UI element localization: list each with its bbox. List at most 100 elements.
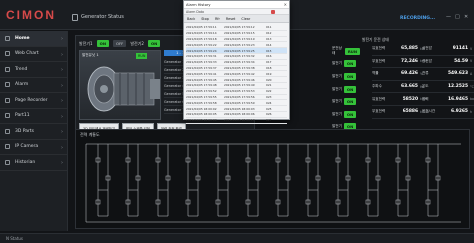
dialog-tab-reset[interactable]: Reset [226, 17, 235, 21]
cell-code: 012 [266, 31, 272, 36]
cell-code: 026 [266, 112, 272, 117]
sidebar-item-part11[interactable]: Part11 › [0, 109, 67, 124]
sidebar-item-home[interactable]: Home › [0, 31, 67, 47]
chevron-right-icon: › [61, 160, 63, 166]
dialog-tab-rfr[interactable]: Rfr [215, 17, 220, 21]
maximize-icon[interactable]: □ [455, 14, 460, 20]
cell-code: 013 [266, 36, 272, 41]
cell-value: 2021/04/05 17:59:15 [224, 31, 255, 36]
metric-unit: bar [470, 97, 474, 102]
status-row: 발전기 ON [332, 95, 360, 108]
metric-row: 주파수 63.665 Hz [372, 81, 428, 94]
sidebar-item-historian[interactable]: Historian › [0, 155, 67, 171]
engine-run-button[interactable]: RUN [136, 53, 148, 59]
cell-value: 2021/04/05 18:00:03 [224, 106, 255, 111]
metric-row: 선전압 54.59 V [422, 56, 474, 69]
metric-value: 63.665 [401, 84, 418, 90]
metric-value: 16.9465 [448, 96, 468, 102]
dialog-search-bar[interactable]: Alarm Data [184, 9, 289, 15]
metric-value: 549.623 [448, 71, 468, 77]
cell-value: 2021/04/05 17:59:49 [224, 83, 255, 88]
dialog-header: Alarm History ✕ [184, 1, 289, 9]
database-icon [5, 159, 10, 165]
sidebar-item-3d-parts[interactable]: 3D Parts › [0, 124, 67, 140]
metric-label: 유효전력 [372, 46, 386, 51]
recording-label: RECORDING... [400, 16, 436, 21]
dialog-title: Alarm History [186, 3, 211, 7]
metric-label: 선전압 [422, 58, 432, 63]
status-badge[interactable]: ON [343, 110, 357, 118]
sidebar-item-page-recorder[interactable]: Page Recorder › [0, 93, 67, 109]
cell-code: 027 [266, 118, 272, 123]
status-bar: N Status [0, 233, 474, 243]
dialog-toolbar: Back Stop Rfr Reset Clear [184, 15, 289, 23]
cell-code: 018 [266, 65, 272, 70]
status-row-label: 운전상태 [332, 46, 342, 56]
status-badge[interactable]: ON [343, 60, 357, 68]
metric-unit: °C [470, 84, 474, 89]
cell-time: 2021/04/05 17:59:58 [186, 100, 217, 105]
status-badge-2[interactable]: OFF [113, 40, 127, 47]
sidebar-item-trend[interactable]: Trend › [0, 62, 67, 78]
cell-value: 2021/04/05 17:59:12 [224, 25, 255, 30]
dialog-tab-back[interactable]: Back [187, 17, 195, 21]
sidebar-item-ip-camera[interactable]: IP Camera › [0, 140, 67, 155]
status-label-1: 발전기1 [79, 40, 93, 46]
cell-time: 2021/04/05 18:00:09 [186, 118, 217, 123]
close-icon[interactable]: ✕ [464, 14, 468, 20]
status-badge[interactable]: RUN [344, 47, 360, 55]
chevron-right-icon: › [61, 113, 63, 120]
metric-value: 6.9265 [451, 109, 468, 115]
status-row-label: 발전기 [332, 73, 342, 78]
document-icon [5, 113, 10, 119]
stop-icon[interactable] [271, 10, 275, 14]
sidebar-item-label: IP Camera [15, 144, 39, 150]
metric-unit: h [470, 109, 473, 114]
alarm-history-dialog: Alarm History ✕ Alarm Data Back Stop Rfr Re… [183, 0, 290, 124]
cell-value: 2021/04/05 17:59:42 [224, 71, 255, 76]
status-row-label: 발전기 [332, 111, 342, 116]
dialog-tab-stop[interactable]: Stop [201, 17, 209, 21]
cell-code: 014 [266, 42, 272, 47]
cell-code: 025 [266, 106, 272, 111]
cell-code: 024 [266, 100, 272, 105]
cimon-logo: CIMON [6, 8, 56, 22]
generator-row-label: Generator 2 [164, 67, 185, 72]
cell-value: 2021/04/05 17:59:25 [224, 48, 255, 53]
status-badge[interactable]: ON [343, 85, 357, 93]
trend-icon [5, 66, 10, 72]
cell-code: 019 [266, 71, 272, 76]
cell-time: 2021/04/05 17:59:37 [186, 65, 217, 70]
metric-label: 주파수 [372, 84, 382, 89]
status-badge-3[interactable]: ON [147, 40, 161, 47]
sidebar-item-label: Trend [15, 66, 28, 72]
chevron-right-icon: › [61, 129, 63, 135]
metric-row: 무효전력 72,246 kVar [372, 56, 428, 69]
sidebar-item-label: Page Recorder [15, 97, 48, 103]
status-row: 발전기1 ON OFF 발전기2 ON [79, 40, 161, 47]
diagram-canvas [85, 143, 461, 223]
table-row[interactable]: 2021/04/05 18:00:09 2021/04/05 18:00:10 02… [186, 118, 287, 124]
cell-value: 2021/04/05 17:59:53 [224, 89, 255, 94]
cell-value: 2021/04/05 17:59:46 [224, 77, 255, 82]
dialog-list: 2021/04/05 17:59:11 2021/04/05 17:59:12 01… [184, 23, 289, 126]
minimize-icon[interactable]: — [446, 14, 451, 20]
status-column: 운전상태 RUN 발전기 ON 발전기 ON 발전기 ON 발전기 ON 발전기 ON 발전기 ON [332, 45, 360, 133]
engine-label: 발전유닛 1 [82, 53, 99, 57]
metric-value: 12.2525 [448, 84, 468, 90]
generator-row-label: Generator 7 [164, 107, 185, 112]
status-badge[interactable]: ON [343, 72, 357, 80]
metric-unit: V [470, 46, 473, 51]
generator-row-label: Generator 6 [164, 99, 185, 104]
metric-value: 54.59 [454, 58, 468, 64]
chevron-right-icon: › [61, 144, 63, 151]
cell-code: 011 [266, 25, 272, 30]
chevron-right-icon: › [61, 51, 63, 58]
status-badge-1[interactable]: ON [96, 40, 109, 47]
metric-label: 전류 [422, 71, 429, 76]
sidebar-item-web-chart[interactable]: Web Chart › [0, 47, 67, 62]
sidebar-item-alarm[interactable]: Alarm › [0, 78, 67, 93]
dialog-tab-clear[interactable]: Clear [241, 17, 250, 21]
status-badge[interactable]: ON [343, 98, 357, 106]
dialog-close-icon[interactable]: ✕ [284, 1, 287, 9]
